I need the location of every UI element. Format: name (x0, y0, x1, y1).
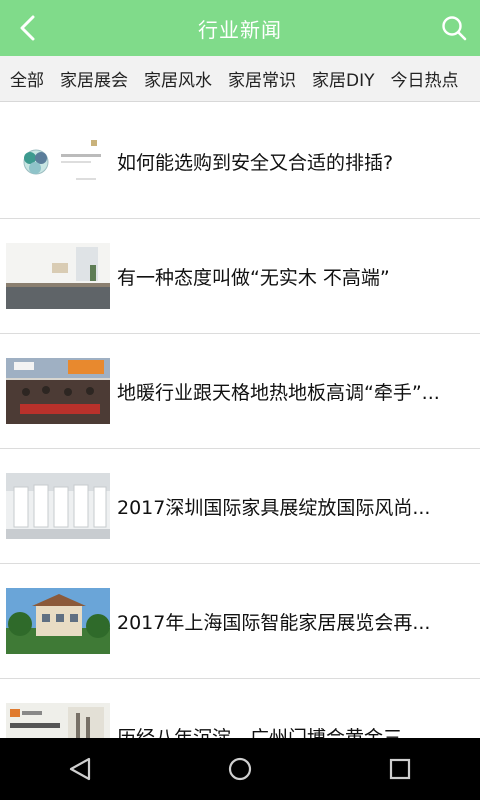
nav-recent-button[interactable] (370, 744, 430, 794)
news-title: 2017年上海国际智能家居展览会再... (117, 611, 431, 634)
system-nav-bar (0, 738, 480, 800)
news-thumbnail (6, 358, 110, 424)
tab-hot-today[interactable]: 今日热点 (381, 66, 465, 91)
category-tabs: 全部 家居展会 家居风水 家居常识 家居DIY 今日热点 (0, 56, 480, 102)
news-item[interactable]: 有一种态度叫做“无实木 不高端” (0, 219, 480, 334)
back-button[interactable] (8, 8, 48, 48)
page-title: 行业新闻 (198, 17, 282, 42)
nav-recent-icon (389, 758, 411, 780)
news-thumbnail (6, 588, 110, 654)
nav-home-button[interactable] (210, 744, 270, 794)
app-screen: 行业新闻 全部 家居展会 家居风水 家居常识 家居DIY 今日热点 如何能选购到… (0, 0, 480, 800)
nav-home-icon (228, 757, 252, 781)
tab-home-tips[interactable]: 家居常识 (218, 66, 302, 91)
tab-home-fengshui[interactable]: 家居风水 (134, 66, 218, 91)
search-icon (442, 16, 467, 41)
news-list: 如何能选购到安全又合适的排插? 有一种态度叫做“无实木 不高端” 地暖行业跟天格… (0, 104, 480, 794)
tab-home-diy[interactable]: 家居DIY (302, 66, 381, 91)
news-thumbnail (6, 243, 110, 309)
news-thumbnail (6, 473, 110, 539)
news-title: 地暖行业跟天格地热地板高调“牵手”... (117, 381, 440, 404)
news-thumbnail (6, 128, 110, 194)
news-item[interactable]: 地暖行业跟天格地热地板高调“牵手”... (0, 334, 480, 449)
news-item[interactable]: 2017深圳国际家具展绽放国际风尚... (0, 449, 480, 564)
app-header: 行业新闻 (0, 0, 480, 56)
news-item[interactable]: 2017年上海国际智能家居展览会再... (0, 564, 480, 679)
nav-back-button[interactable] (50, 744, 110, 794)
search-button[interactable] (434, 8, 474, 48)
news-item[interactable]: 如何能选购到安全又合适的排插? (0, 104, 480, 219)
nav-back-icon (69, 757, 91, 781)
news-title: 如何能选购到安全又合适的排插? (117, 151, 394, 174)
tab-home-expo[interactable]: 家居展会 (50, 66, 134, 91)
news-title: 有一种态度叫做“无实木 不高端” (117, 266, 390, 289)
tab-all[interactable]: 全部 (0, 66, 50, 91)
back-arrow-icon (20, 15, 35, 41)
news-title: 2017深圳国际家具展绽放国际风尚... (117, 496, 431, 519)
